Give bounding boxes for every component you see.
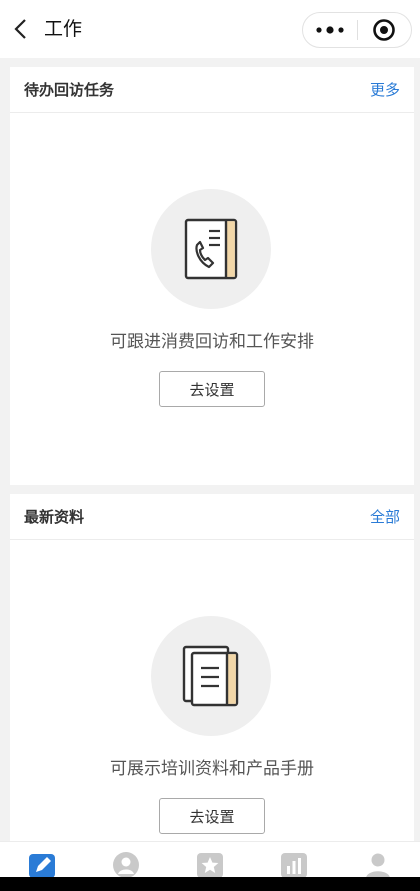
- customer-icon: [113, 852, 139, 878]
- more-button[interactable]: [303, 13, 357, 47]
- system-bottom-bar: [0, 877, 420, 891]
- latest-materials-card: 最新资料 全部 可展示培训资料和产品手册 去设置: [10, 494, 414, 841]
- page-title: 工作: [44, 18, 83, 40]
- empty-state-text: 可展示培训资料和产品手册: [110, 759, 314, 779]
- chart-icon: [281, 853, 307, 878]
- card-header: 最新资料 全部: [10, 494, 414, 540]
- all-link[interactable]: 全部: [370, 506, 400, 527]
- back-button[interactable]: [8, 16, 34, 42]
- navigation-bar: 工作: [0, 0, 420, 58]
- setup-button[interactable]: 去设置: [159, 371, 265, 407]
- card-title: 待办回访任务: [24, 81, 115, 99]
- person-icon: [366, 853, 390, 878]
- todo-followup-card: 待办回访任务 更多 可跟进消费回访和工作安排 去设置: [10, 67, 414, 485]
- tab-profile[interactable]: [336, 842, 420, 878]
- tab-favorites[interactable]: [168, 842, 252, 878]
- empty-state-illustration: [151, 616, 271, 736]
- target-icon: [373, 19, 396, 41]
- card-body: 可跟进消费回访和工作安排 去设置: [10, 113, 414, 485]
- mini-program-capsule: [302, 12, 412, 48]
- empty-state-illustration: [151, 189, 271, 309]
- phone-book-icon: [184, 218, 238, 280]
- bottom-tab-bar: [0, 841, 420, 878]
- close-button[interactable]: [358, 13, 412, 47]
- card-header: 待办回访任务 更多: [10, 67, 414, 113]
- star-icon: [197, 853, 223, 878]
- pencil-icon: [29, 854, 55, 878]
- documents-icon: [182, 645, 239, 707]
- more-link[interactable]: 更多: [370, 79, 400, 100]
- tab-statistics[interactable]: [252, 842, 336, 878]
- tab-work[interactable]: [0, 842, 84, 878]
- chevron-left-icon: [14, 19, 26, 39]
- card-body: 可展示培训资料和产品手册 去设置: [10, 540, 414, 841]
- empty-state-text: 可跟进消费回访和工作安排: [110, 332, 314, 352]
- card-title: 最新资料: [24, 508, 85, 526]
- setup-button[interactable]: 去设置: [159, 798, 265, 834]
- more-dots-icon: [316, 26, 344, 34]
- tab-customers[interactable]: [84, 842, 168, 878]
